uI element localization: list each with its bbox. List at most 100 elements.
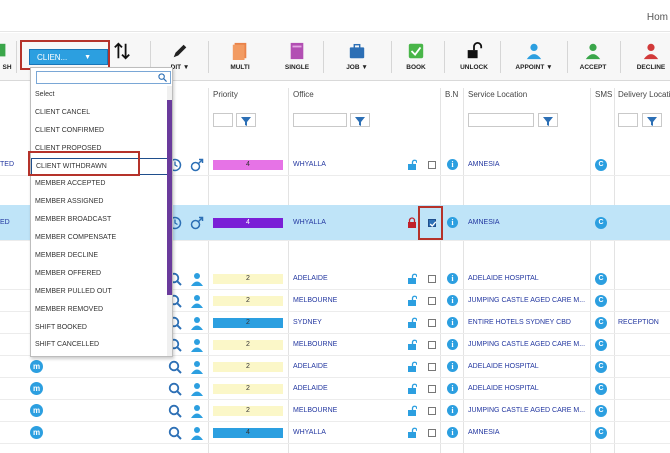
office-filter-button[interactable]	[350, 113, 370, 127]
male-icon[interactable]	[190, 216, 204, 230]
scrollbar-thumb[interactable]	[167, 100, 172, 295]
unlock-icon[interactable]	[407, 405, 417, 416]
sms-icon[interactable]: C	[595, 339, 607, 351]
info-icon[interactable]: i	[447, 273, 458, 284]
sms-icon[interactable]: C	[595, 317, 607, 329]
dropdown-option[interactable]: MEMBER DECLINE	[31, 247, 168, 265]
person-icon[interactable]	[190, 382, 204, 396]
job-button[interactable]: JOB ▼	[341, 33, 373, 81]
book-button[interactable]: BOOK	[401, 33, 431, 81]
column-header-bn[interactable]: B.N	[445, 90, 458, 99]
dropdown-option[interactable]: CLIENT CANCEL	[31, 104, 168, 122]
person-icon[interactable]	[190, 404, 204, 418]
search-icon[interactable]	[168, 360, 182, 374]
decline-button[interactable]: DECLINE	[634, 33, 668, 81]
person-icon[interactable]	[190, 294, 204, 308]
row-checkbox[interactable]	[428, 319, 436, 327]
dropdown-scrollbar[interactable]	[167, 86, 172, 356]
member-badge-icon[interactable]: m	[30, 360, 43, 373]
column-header-office[interactable]: Office	[293, 90, 314, 99]
row-checkbox[interactable]	[428, 161, 436, 169]
sms-icon[interactable]: C	[595, 427, 607, 439]
dropdown-option[interactable]: MEMBER COMPENSATE	[31, 229, 168, 247]
info-icon[interactable]: i	[447, 427, 458, 438]
dropdown-option[interactable]: MEMBER ASSIGNED	[31, 193, 168, 211]
dropdown-option[interactable]: SHIFT BOOKED	[31, 319, 168, 337]
column-header-delivery-location[interactable]: Delivery Locatio	[618, 90, 670, 99]
sms-icon[interactable]: C	[595, 383, 607, 395]
sms-icon[interactable]: C	[595, 295, 607, 307]
table-row[interactable]: m 2 MELBOURNE i JUMPING CASTLE AGED CARE M..…	[0, 400, 670, 422]
dropdown-option[interactable]: MEMBER PULLED OUT	[31, 283, 168, 301]
row-checkbox[interactable]	[428, 341, 436, 349]
info-icon[interactable]: i	[447, 295, 458, 306]
lock-icon[interactable]	[407, 217, 417, 228]
member-badge-icon[interactable]: m	[30, 404, 43, 417]
column-header-sms[interactable]: SMS	[595, 90, 612, 99]
search-icon[interactable]	[168, 404, 182, 418]
row-checkbox[interactable]	[428, 363, 436, 371]
unlock-icon[interactable]	[407, 295, 417, 306]
info-icon[interactable]: i	[447, 383, 458, 394]
member-badge-icon[interactable]: m	[30, 382, 43, 395]
dropdown-search-input[interactable]	[36, 71, 171, 84]
sms-icon[interactable]: C	[595, 405, 607, 417]
person-icon[interactable]	[190, 316, 204, 330]
column-header-priority[interactable]: Priority	[213, 90, 238, 99]
table-row[interactable]: m 2 ADELAIDE i ADELAIDE HOSPITAL C	[0, 356, 670, 378]
delivery-location-filter-button[interactable]	[642, 113, 662, 127]
column-header-service-location[interactable]: Service Location	[468, 90, 527, 99]
row-checkbox[interactable]	[428, 385, 436, 393]
accept-button[interactable]: ACCEPT	[578, 33, 608, 81]
info-icon[interactable]: i	[447, 317, 458, 328]
dropdown-option[interactable]: CLIENT CONFIRMED	[31, 122, 168, 140]
office-filter-input[interactable]	[293, 113, 347, 127]
unlock-icon[interactable]	[407, 383, 417, 394]
person-icon[interactable]	[190, 338, 204, 352]
search-icon[interactable]	[168, 426, 182, 440]
sms-icon[interactable]: C	[595, 361, 607, 373]
member-badge-icon[interactable]: m	[30, 426, 43, 439]
single-button[interactable]: SINGLE	[282, 33, 312, 81]
unlock-icon[interactable]	[407, 339, 417, 350]
dropdown-option[interactable]: SHIFT CANCELLED	[31, 336, 168, 354]
info-icon[interactable]: i	[447, 217, 458, 228]
unlock-icon[interactable]	[407, 361, 417, 372]
unlock-icon[interactable]	[407, 159, 417, 170]
info-icon[interactable]: i	[447, 339, 458, 350]
table-row[interactable]: m 4 WHYALLA i AMNESIA C	[0, 422, 670, 444]
person-icon[interactable]	[190, 426, 204, 440]
unlock-icon[interactable]	[407, 273, 417, 284]
person-icon[interactable]	[190, 272, 204, 286]
service-location-filter-input[interactable]	[468, 113, 534, 127]
table-row[interactable]: m 2 ADELAIDE i ADELAIDE HOSPITAL C	[0, 378, 670, 400]
dropdown-option[interactable]: MEMBER OFFERED	[31, 265, 168, 283]
sms-icon[interactable]: C	[595, 217, 607, 229]
info-icon[interactable]: i	[447, 361, 458, 372]
priority-filter-input[interactable]	[213, 113, 233, 127]
dropdown-option[interactable]: Select	[31, 86, 168, 104]
refresh-button[interactable]: SH	[0, 33, 14, 81]
info-icon[interactable]: i	[447, 405, 458, 416]
sms-icon[interactable]: C	[595, 273, 607, 285]
sms-icon[interactable]: C	[595, 159, 607, 171]
row-checkbox[interactable]	[428, 297, 436, 305]
unlock-icon[interactable]	[407, 427, 417, 438]
dropdown-option[interactable]: MEMBER REMOVED	[31, 301, 168, 319]
info-icon[interactable]: i	[447, 159, 458, 170]
dropdown-option[interactable]: MEMBER BROADCAST	[31, 211, 168, 229]
row-checkbox[interactable]	[428, 275, 436, 283]
row-checkbox[interactable]	[428, 407, 436, 415]
dropdown-option[interactable]: MEMBER ACCEPTED	[31, 175, 168, 193]
multi-button[interactable]: MULTI	[225, 33, 255, 81]
person-icon[interactable]	[190, 360, 204, 374]
delivery-location-filter-input[interactable]	[618, 113, 638, 127]
service-location-filter-button[interactable]	[538, 113, 558, 127]
appoint-button[interactable]: APPOINT ▼	[512, 33, 556, 81]
unlock-button[interactable]: UNLOCK	[458, 33, 490, 81]
row-checkbox[interactable]	[428, 429, 436, 437]
priority-filter-button[interactable]	[236, 113, 256, 127]
unlock-icon[interactable]	[407, 317, 417, 328]
home-link[interactable]: Hom	[647, 12, 668, 23]
male-icon[interactable]	[190, 158, 204, 172]
